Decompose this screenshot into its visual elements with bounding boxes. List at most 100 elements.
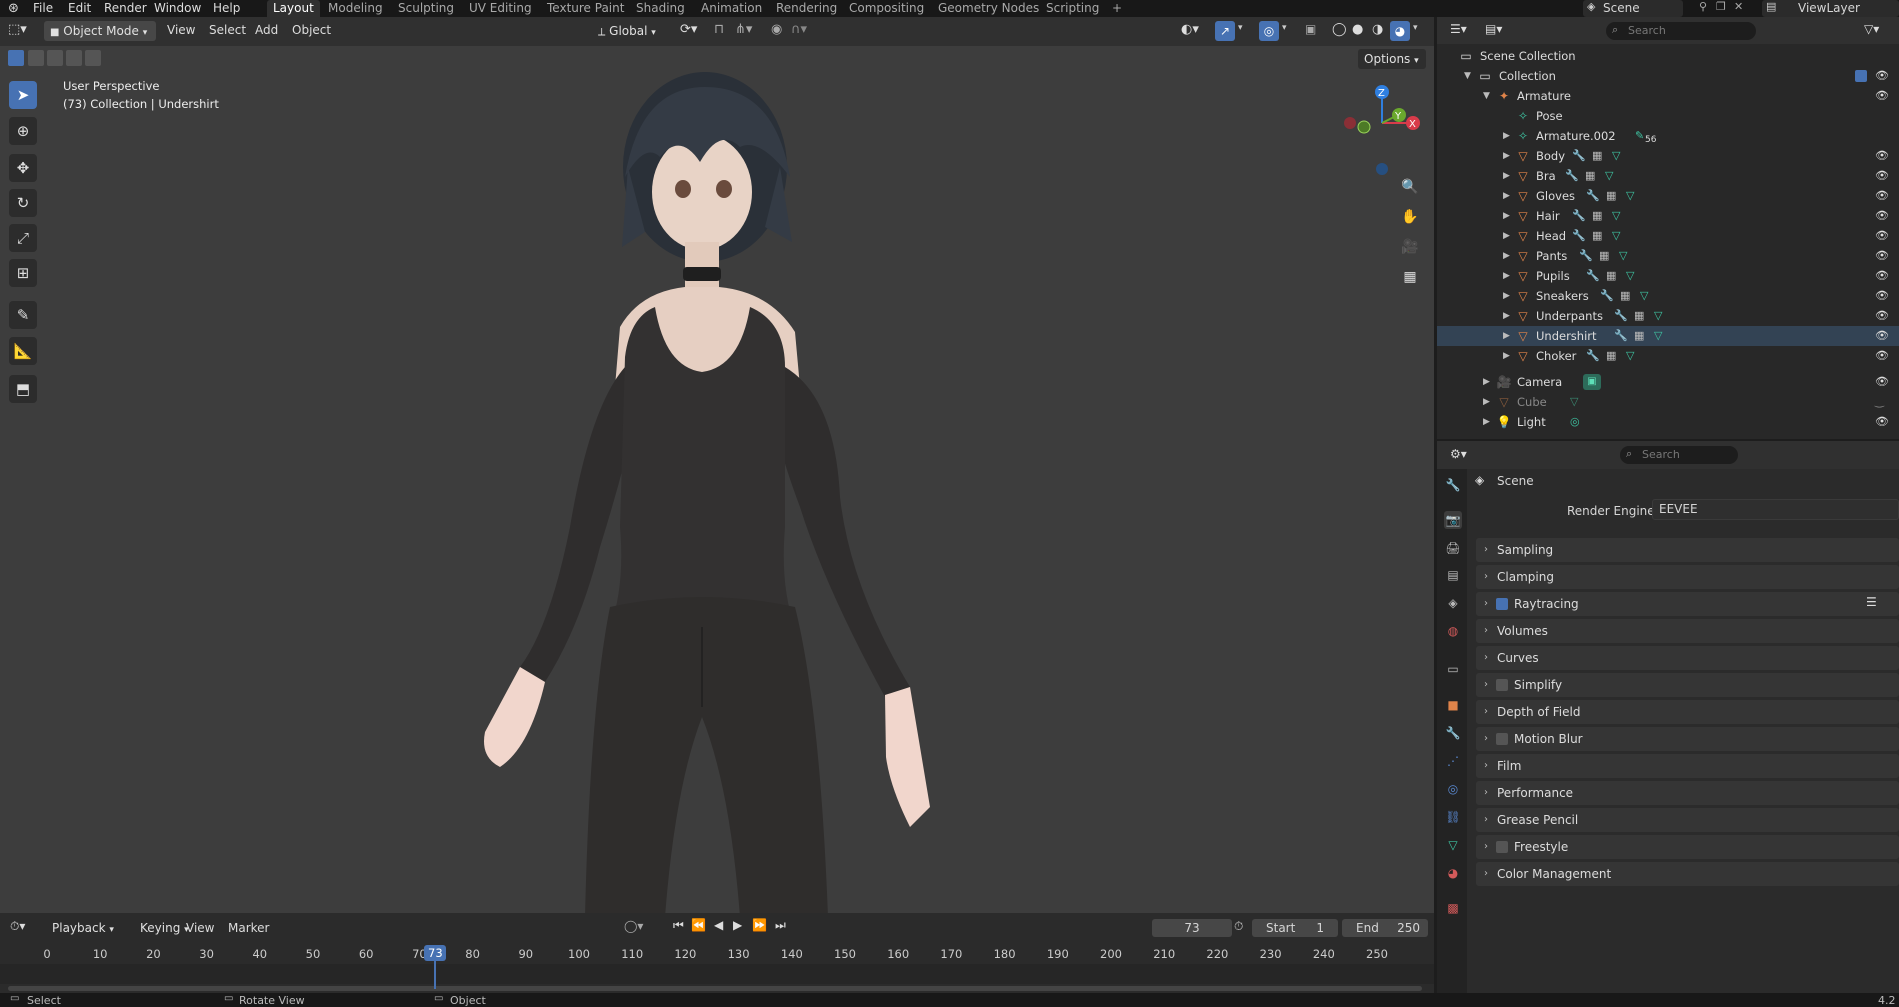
visibility-eye-icon[interactable]: 👁 [1875, 66, 1889, 86]
viewport-menu-object[interactable]: Object [292, 23, 331, 37]
expand-closed-icon[interactable]: ▶ [1503, 166, 1510, 186]
pan-hand-icon[interactable]: ✋ [1398, 205, 1422, 229]
outliner-row-sneakers[interactable]: ▶ ▽ Sneakers 🔧 ▦ ▽ 👁 [1437, 286, 1899, 306]
visibility-eye-icon[interactable]: 👁 [1875, 266, 1889, 286]
outliner-editor-type-icon[interactable]: ☰▾ [1450, 22, 1467, 36]
properties-editor-type-icon[interactable]: ⚙▾ [1450, 447, 1467, 461]
scene-tab-icon[interactable]: ◈ [1444, 594, 1462, 612]
view-layer-tab-icon[interactable]: ▤ [1444, 566, 1462, 584]
panel-enable-checkbox[interactable] [1496, 598, 1508, 610]
scene-selector[interactable]: ◈ Scene [1583, 0, 1683, 17]
new-scene-icon[interactable]: ❐ [1716, 0, 1726, 13]
outliner-row-gloves[interactable]: ▶ ▽ Gloves 🔧 ▦ ▽ 👁 [1437, 186, 1899, 206]
gizmo-toggle-icon[interactable]: ↗ [1215, 21, 1235, 41]
vertex-groups-icon[interactable]: ▦ [1606, 186, 1616, 206]
expand-closed-icon[interactable]: ▶ [1503, 286, 1510, 306]
visibility-eye-icon[interactable]: 👁 [1875, 86, 1889, 106]
expand-closed-icon[interactable]: ▶ [1503, 146, 1510, 166]
character-model[interactable] [440, 67, 960, 913]
cursor-tool-icon[interactable]: ⊕ [9, 117, 37, 145]
select-mode-new-icon[interactable] [8, 50, 24, 66]
expand-open-icon[interactable]: ▼ [1464, 66, 1471, 86]
play-icon[interactable]: ▶ [733, 918, 742, 932]
tab-rendering[interactable]: Rendering [770, 0, 843, 17]
timeline-scrollbar[interactable] [8, 986, 1422, 991]
jump-start-icon[interactable]: ⏮ [673, 918, 684, 933]
collection-include-checkbox[interactable] [1855, 70, 1867, 82]
timeline-editor-type-icon[interactable]: ⏱▾ [10, 919, 25, 934]
outliner-row-pupils[interactable]: ▶ ▽ Pupils 🔧 ▦ ▽ 👁 [1437, 266, 1899, 286]
outliner-row-scene-collection[interactable]: ▭ Scene Collection [1437, 46, 1899, 66]
visibility-eye-icon[interactable]: 👁 [1875, 186, 1889, 206]
measure-tool-icon[interactable]: 📐 [9, 337, 37, 365]
timeline-menu-view[interactable]: View [186, 921, 214, 935]
move-tool-icon[interactable]: ✥ [9, 154, 37, 182]
output-tab-icon[interactable]: 🖨 [1444, 539, 1462, 557]
modifier-wrench-icon[interactable]: 🔧 [1600, 286, 1614, 306]
expand-closed-icon[interactable]: ▶ [1483, 412, 1490, 432]
modifier-wrench-icon[interactable]: 🔧 [1572, 146, 1586, 166]
expand-closed-icon[interactable]: ▶ [1503, 246, 1510, 266]
snap-icon[interactable]: ⊓ [714, 22, 724, 37]
outliner-row-pose[interactable]: ✧ Pose [1437, 106, 1899, 126]
object-tab-icon[interactable]: ■ [1444, 696, 1462, 714]
playhead-frame-indicator[interactable]: 73 [424, 945, 447, 961]
expand-open-icon[interactable]: ▼ [1483, 86, 1490, 106]
outliner-row-camera[interactable]: ▶ 🎥 Camera ▣ 👁 [1437, 372, 1899, 392]
viewport-menu-add[interactable]: Add [255, 23, 278, 37]
snap-target-icon[interactable]: ⋔▾ [735, 22, 752, 37]
outliner-row-light[interactable]: ▶ 💡 Light ◎ 👁 [1437, 412, 1899, 432]
expand-closed-icon[interactable]: ▶ [1503, 186, 1510, 206]
overlay-dropdown-icon[interactable]: ▾ [1282, 23, 1287, 33]
mesh-data-icon[interactable]: ▽ [1619, 246, 1627, 266]
mesh-data-icon[interactable]: ▽ [1654, 306, 1662, 326]
outliner-row-hair[interactable]: ▶ ▽ Hair 🔧 ▦ ▽ 👁 [1437, 206, 1899, 226]
tab-animation[interactable]: Animation [695, 0, 768, 17]
select-box-tool-icon[interactable]: ➤ [9, 81, 37, 109]
modifier-wrench-icon[interactable]: 🔧 [1586, 346, 1600, 366]
visibility-eye-icon[interactable]: 👁 [1875, 372, 1889, 392]
expand-closed-icon[interactable]: ▶ [1503, 266, 1510, 286]
visibility-eye-icon[interactable]: 👁 [1875, 412, 1889, 432]
render-engine-dropdown[interactable]: EEVEE [1652, 499, 1899, 520]
menu-window[interactable]: Window [154, 1, 201, 15]
visibility-eye-icon[interactable]: 👁 [1875, 286, 1889, 306]
mesh-data-icon[interactable]: ▽ [1654, 326, 1662, 346]
vertex-groups-icon[interactable]: ▦ [1634, 306, 1644, 326]
frame-track[interactable] [0, 964, 1434, 984]
physics-tab-icon[interactable]: ◎ [1444, 780, 1462, 798]
vertex-groups-icon[interactable]: ▦ [1620, 286, 1630, 306]
panel-performance[interactable]: › Performance [1476, 781, 1899, 805]
select-mode-subtract-icon[interactable] [47, 50, 63, 66]
tab-shading[interactable]: Shading [630, 0, 691, 17]
world-tab-icon[interactable]: ◍ [1444, 622, 1462, 640]
gizmo-dropdown-icon[interactable]: ▾ [1238, 23, 1243, 33]
expand-closed-icon[interactable]: ▶ [1503, 326, 1510, 346]
transform-orientation-dropdown[interactable]: ⟂ Global ▾ [592, 21, 670, 41]
play-reverse-icon[interactable]: ◀ [714, 918, 723, 932]
tab-layout[interactable]: Layout [267, 0, 320, 17]
camera-view-icon[interactable]: 🎥 [1398, 235, 1422, 259]
tab-geometry-nodes[interactable]: Geometry Nodes [932, 0, 1045, 17]
panel-volumes[interactable]: › Volumes [1476, 619, 1899, 643]
outliner-row-underpants[interactable]: ▶ ▽ Underpants 🔧 ▦ ▽ 👁 [1437, 306, 1899, 326]
navigation-gizmo[interactable]: Z X Y [1340, 79, 1430, 179]
mesh-data-icon[interactable]: ▽ [1626, 186, 1634, 206]
menu-file[interactable]: File [33, 1, 53, 15]
material-shading-icon[interactable]: ◑ [1372, 22, 1383, 37]
falloff-icon[interactable]: ∩▾ [791, 22, 807, 37]
select-mode-intersect-icon[interactable] [85, 50, 101, 66]
outliner-row-cube[interactable]: ▶ ▽ Cube ▽ ‿ [1437, 392, 1899, 412]
menu-render[interactable]: Render [104, 1, 147, 15]
properties-search-field[interactable]: ⌕ Search [1620, 446, 1738, 464]
constraints-tab-icon[interactable]: ⛓ [1444, 808, 1462, 826]
tab-sculpting[interactable]: Sculpting [392, 0, 460, 17]
particles-tab-icon[interactable]: ⋰ [1444, 752, 1462, 770]
timeline-menu-playback[interactable]: Playback ▾ [46, 918, 120, 938]
timeline-menu-marker[interactable]: Marker [228, 921, 269, 935]
tab-modeling[interactable]: Modeling [322, 0, 389, 17]
raytracing-presets-icon[interactable]: ☰ [1866, 595, 1877, 609]
frame-ruler[interactable]: 0 10 20 30 40 50 60 70 80 90 100 110 120 130 140 150 160… [0, 944, 1434, 964]
panel-clamping[interactable]: › Clamping [1476, 565, 1899, 589]
visibility-eye-icon[interactable]: 👁 [1875, 346, 1889, 366]
